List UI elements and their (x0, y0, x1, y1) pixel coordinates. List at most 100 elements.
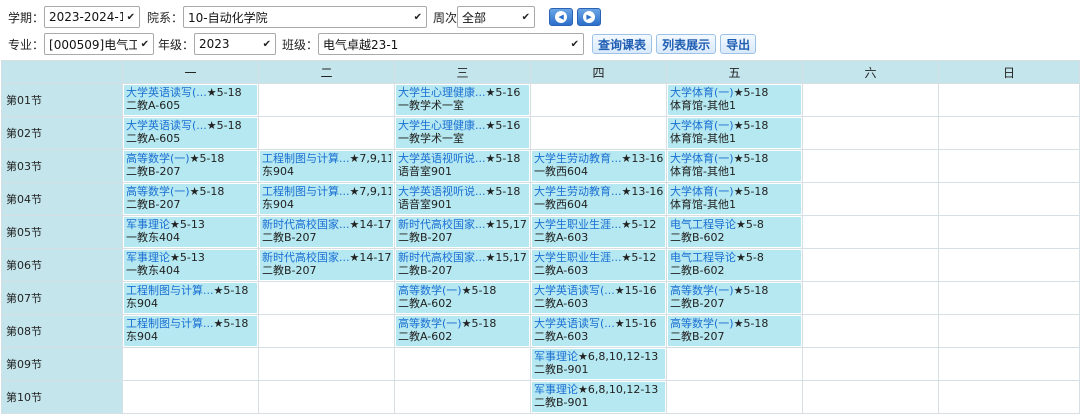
timetable-cell[interactable]: 大学体育(一)★5-18 体育馆-其他1 (666, 182, 803, 216)
timetable-cell[interactable]: 大学英语视听说...★5-18 语音室901 (394, 182, 531, 216)
course-name-link[interactable]: 大学生劳动教育... (534, 152, 622, 165)
course-name-link[interactable]: 大学英语读写(... (534, 317, 615, 330)
course-block[interactable]: 大学生劳动教育...★13-16 一教西604 (532, 151, 665, 181)
course-block[interactable]: 大学英语读写(...★15-16 二教A-603 (532, 316, 665, 346)
course-name-link[interactable]: 大学英语视听说... (398, 152, 486, 165)
prev-week-button[interactable]: ◀ (549, 8, 574, 26)
timetable-cell[interactable]: 新时代高校国家...★15,17 二教B-207 (394, 215, 531, 249)
course-name-link[interactable]: 军事理论 (126, 218, 170, 231)
course-name-link[interactable]: 新时代高校国家... (262, 251, 350, 264)
course-block[interactable]: 大学英语读写(...★15-16 二教A-603 (532, 283, 665, 313)
course-name-link[interactable]: 新时代高校国家... (398, 251, 486, 264)
next-week-button[interactable]: ▶ (577, 8, 602, 26)
course-block[interactable]: 工程制图与计算...★7,9,11 东904 (260, 184, 393, 214)
timetable-cell[interactable]: 高等数学(一)★5-18 二教A-602 (394, 314, 531, 348)
course-name-link[interactable]: 大学生心理健康... (398, 119, 486, 132)
course-block[interactable]: 大学体育(一)★5-18 体育馆-其他1 (668, 85, 801, 115)
timetable-cell[interactable]: 大学英语读写(...★15-16 二教A-603 (530, 314, 667, 348)
course-name-link[interactable]: 大学体育(一) (670, 119, 734, 132)
course-name-link[interactable]: 高等数学(一) (670, 284, 734, 297)
course-block[interactable]: 高等数学(一)★5-18 二教B-207 (668, 316, 801, 346)
course-block[interactable]: 大学体育(一)★5-18 体育馆-其他1 (668, 184, 801, 214)
list-view-button[interactable]: 列表展示 (656, 34, 717, 54)
course-name-link[interactable]: 大学体育(一) (670, 185, 734, 198)
timetable-cell[interactable]: 工程制图与计算...★7,9,11 东904 (258, 149, 395, 183)
course-block[interactable]: 电气工程导论★5-8 二教B-602 (668, 217, 801, 247)
timetable-cell[interactable]: 新时代高校国家...★14-17 二教B-207 (258, 248, 395, 282)
course-block[interactable]: 大学英语读写(...★5-18 二教A-605 (124, 118, 257, 148)
course-block[interactable]: 新时代高校国家...★15,17 二教B-207 (396, 250, 529, 280)
timetable-cell[interactable]: 大学生职业生涯...★5-12 二教A-603 (530, 248, 667, 282)
course-name-link[interactable]: 工程制图与计算... (126, 317, 214, 330)
course-block[interactable]: 大学体育(一)★5-18 体育馆-其他1 (668, 151, 801, 181)
course-name-link[interactable]: 军事理论 (534, 350, 578, 363)
course-name-link[interactable]: 大学体育(一) (670, 86, 734, 99)
course-name-link[interactable]: 大学体育(一) (670, 152, 734, 165)
course-block[interactable]: 大学英语视听说...★5-18 语音室901 (396, 151, 529, 181)
course-block[interactable]: 工程制图与计算...★5-18 东904 (124, 316, 257, 346)
timetable-cell[interactable]: 大学生心理健康...★5-16 一教学术一室 (394, 83, 531, 117)
course-block[interactable]: 高等数学(一)★5-18 二教A-602 (396, 316, 529, 346)
week-select[interactable]: 全部 ✔ (457, 6, 536, 28)
course-block[interactable]: 军事理论★6,8,10,12-13 二教B-901 (532, 349, 665, 379)
class-select[interactable]: 电气卓越23-1 ✔ (318, 33, 585, 55)
course-name-link[interactable]: 电气工程导论 (670, 218, 736, 231)
course-block[interactable]: 大学英语视听说...★5-18 语音室901 (396, 184, 529, 214)
timetable-cell[interactable]: 大学生心理健康...★5-16 一教学术一室 (394, 116, 531, 150)
course-block[interactable]: 新时代高校国家...★14-17 二教B-207 (260, 217, 393, 247)
course-block[interactable]: 大学生心理健康...★5-16 一教学术一室 (396, 118, 529, 148)
timetable-cell[interactable]: 军事理论★5-13 一教东404 (122, 248, 259, 282)
course-block[interactable]: 大学生职业生涯...★5-12 二教A-603 (532, 250, 665, 280)
course-name-link[interactable]: 高等数学(一) (126, 152, 190, 165)
course-name-link[interactable]: 大学生职业生涯... (534, 218, 622, 231)
course-block[interactable]: 大学体育(一)★5-18 体育馆-其他1 (668, 118, 801, 148)
course-block[interactable]: 高等数学(一)★5-18 二教A-602 (396, 283, 529, 313)
course-name-link[interactable]: 工程制图与计算... (262, 185, 350, 198)
timetable-cell[interactable]: 高等数学(一)★5-18 二教B-207 (122, 149, 259, 183)
course-name-link[interactable]: 大学生心理健康... (398, 86, 486, 99)
timetable-cell[interactable]: 大学体育(一)★5-18 体育馆-其他1 (666, 116, 803, 150)
timetable-cell[interactable]: 电气工程导论★5-8 二教B-602 (666, 248, 803, 282)
timetable-cell[interactable]: 大学体育(一)★5-18 体育馆-其他1 (666, 149, 803, 183)
course-name-link[interactable]: 工程制图与计算... (126, 284, 214, 297)
course-name-link[interactable]: 高等数学(一) (670, 317, 734, 330)
timetable-cell[interactable]: 新时代高校国家...★15,17 二教B-207 (394, 248, 531, 282)
course-name-link[interactable]: 电气工程导论 (670, 251, 736, 264)
course-block[interactable]: 电气工程导论★5-8 二教B-602 (668, 250, 801, 280)
course-block[interactable]: 工程制图与计算...★5-18 东904 (124, 283, 257, 313)
timetable-cell[interactable]: 工程制图与计算...★5-18 东904 (122, 281, 259, 315)
timetable-cell[interactable]: 军事理论★6,8,10,12-13 二教B-901 (530, 347, 667, 381)
course-block[interactable]: 大学生劳动教育...★13-16 一教西604 (532, 184, 665, 214)
timetable-cell[interactable]: 大学英语读写(...★5-18 二教A-605 (122, 116, 259, 150)
course-name-link[interactable]: 工程制图与计算... (262, 152, 350, 165)
timetable-cell[interactable]: 大学英语视听说...★5-18 语音室901 (394, 149, 531, 183)
term-select[interactable]: 2023-2024-1 ✔ (44, 6, 141, 28)
course-name-link[interactable]: 军事理论 (126, 251, 170, 264)
timetable-cell[interactable]: 大学生劳动教育...★13-16 一教西604 (530, 149, 667, 183)
course-name-link[interactable]: 大学英语视听说... (398, 185, 486, 198)
course-block[interactable]: 军事理论★6,8,10,12-13 二教B-901 (532, 382, 665, 412)
timetable-cell[interactable]: 大学英语读写(...★5-18 二教A-605 (122, 83, 259, 117)
timetable-cell[interactable]: 大学生职业生涯...★5-12 二教A-603 (530, 215, 667, 249)
course-block[interactable]: 高等数学(一)★5-18 二教B-207 (668, 283, 801, 313)
course-block[interactable]: 新时代高校国家...★15,17 二教B-207 (396, 217, 529, 247)
timetable-cell[interactable]: 工程制图与计算...★7,9,11 东904 (258, 182, 395, 216)
course-name-link[interactable]: 新时代高校国家... (398, 218, 486, 231)
course-block[interactable]: 高等数学(一)★5-18 二教B-207 (124, 151, 257, 181)
course-name-link[interactable]: 大学生劳动教育... (534, 185, 622, 198)
course-name-link[interactable]: 大学英语读写(... (534, 284, 615, 297)
export-button[interactable]: 导出 (720, 34, 757, 54)
course-name-link[interactable]: 高等数学(一) (398, 317, 462, 330)
timetable-cell[interactable]: 高等数学(一)★5-18 二教A-602 (394, 281, 531, 315)
course-name-link[interactable]: 高等数学(一) (126, 185, 190, 198)
grade-select[interactable]: 2023 ✔ (194, 33, 277, 55)
course-block[interactable]: 军事理论★5-13 一教东404 (124, 217, 257, 247)
course-name-link[interactable]: 新时代高校国家... (262, 218, 350, 231)
course-block[interactable]: 军事理论★5-13 一教东404 (124, 250, 257, 280)
course-name-link[interactable]: 大学生职业生涯... (534, 251, 622, 264)
course-block[interactable]: 大学生心理健康...★5-16 一教学术一室 (396, 85, 529, 115)
timetable-cell[interactable]: 军事理论★5-13 一教东404 (122, 215, 259, 249)
course-name-link[interactable]: 高等数学(一) (398, 284, 462, 297)
course-name-link[interactable]: 大学英语读写(... (126, 119, 207, 132)
query-timetable-button[interactable]: 查询课表 (592, 34, 653, 54)
